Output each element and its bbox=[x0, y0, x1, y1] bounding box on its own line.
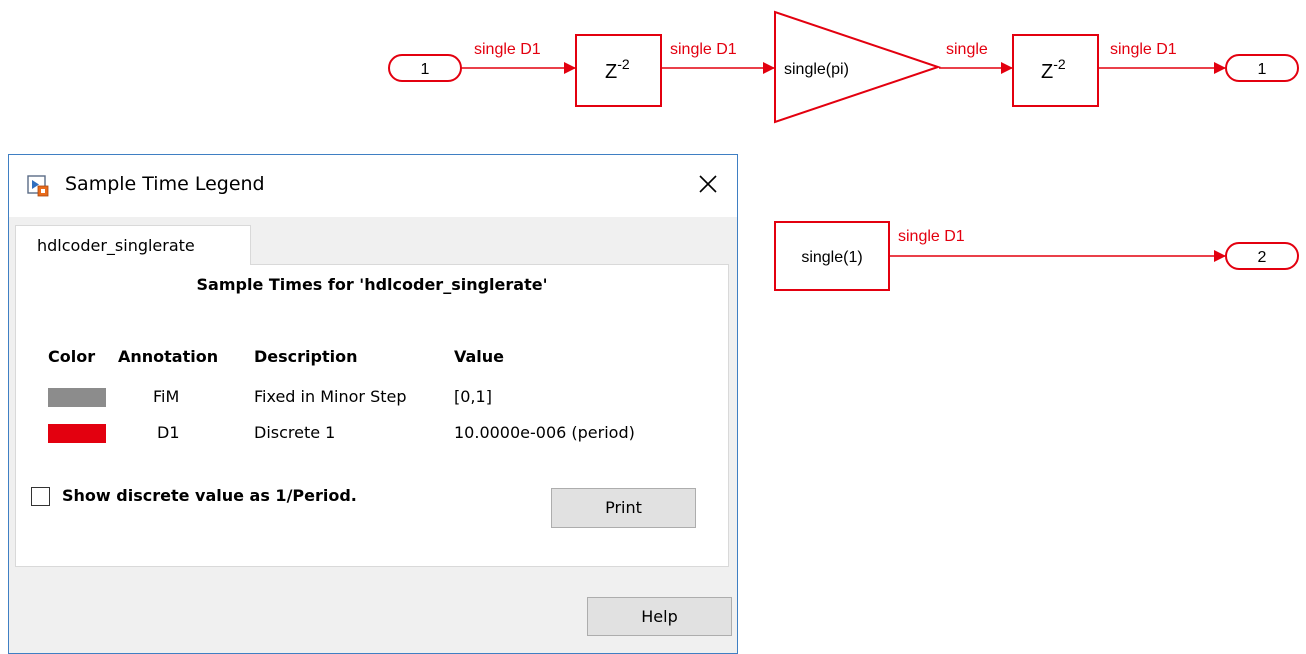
description-cell: Fixed in Minor Step bbox=[254, 387, 407, 406]
show-discrete-label: Show discrete value as 1/Period. bbox=[62, 486, 357, 505]
signal-2-label: single D1 bbox=[670, 41, 737, 58]
unit-delay-block-1[interactable]: Z-2 bbox=[575, 34, 662, 107]
header-description: Description bbox=[254, 347, 358, 366]
signal-4-label: single D1 bbox=[1110, 41, 1177, 58]
outport-2[interactable]: 2 bbox=[1225, 242, 1299, 270]
color-swatch-fim bbox=[48, 388, 106, 407]
header-annotation: Annotation bbox=[118, 347, 219, 366]
tab-label: hdlcoder_singlerate bbox=[37, 236, 195, 255]
header-value: Value bbox=[454, 347, 505, 366]
constant-block[interactable]: single(1) bbox=[774, 221, 890, 291]
print-button[interactable]: Print bbox=[551, 488, 696, 528]
gain-block[interactable]: single(pi) bbox=[774, 10, 942, 124]
delay-2-label: Z bbox=[1041, 61, 1053, 83]
annotation-cell: D1 bbox=[157, 423, 180, 442]
color-swatch-d1 bbox=[48, 424, 106, 443]
delay-2-exponent: -2 bbox=[1053, 56, 1066, 72]
legend-panel: Sample Times for 'hdlcoder_singlerate' C… bbox=[15, 264, 729, 567]
outport-1-label: 1 bbox=[1258, 61, 1267, 78]
inport-1-label: 1 bbox=[421, 61, 430, 78]
simulink-app-icon bbox=[27, 175, 49, 197]
header-color: Color bbox=[48, 347, 96, 366]
sample-time-legend-dialog: Sample Time Legend hdlcoder_singlerate S… bbox=[8, 154, 738, 654]
close-icon[interactable] bbox=[693, 169, 723, 199]
signal-1-label: single D1 bbox=[474, 41, 541, 58]
signal-3-label: single bbox=[946, 41, 988, 58]
description-cell: Discrete 1 bbox=[254, 423, 336, 442]
inport-1[interactable]: 1 bbox=[388, 54, 462, 82]
signal-5-label: single D1 bbox=[898, 228, 965, 245]
dialog-title-bar[interactable]: Sample Time Legend bbox=[9, 155, 737, 217]
outport-1[interactable]: 1 bbox=[1225, 54, 1299, 82]
outport-2-label: 2 bbox=[1258, 249, 1267, 266]
gain-label: single(pi) bbox=[784, 61, 849, 78]
help-button[interactable]: Help bbox=[587, 597, 732, 636]
delay-1-exponent: -2 bbox=[617, 56, 630, 72]
value-cell: [0,1] bbox=[454, 387, 492, 406]
constant-label: single(1) bbox=[801, 249, 862, 266]
annotation-cell: FiM bbox=[153, 387, 180, 406]
value-cell: 10.0000e-006 (period) bbox=[454, 423, 635, 442]
delay-1-label: Z bbox=[605, 61, 617, 83]
unit-delay-block-2[interactable]: Z-2 bbox=[1012, 34, 1099, 107]
show-discrete-checkbox[interactable] bbox=[31, 487, 50, 506]
panel-title: Sample Times for 'hdlcoder_singlerate' bbox=[196, 275, 548, 294]
dialog-title: Sample Time Legend bbox=[65, 173, 265, 195]
tab-hdlcoder-singlerate[interactable]: hdlcoder_singlerate bbox=[15, 225, 251, 265]
